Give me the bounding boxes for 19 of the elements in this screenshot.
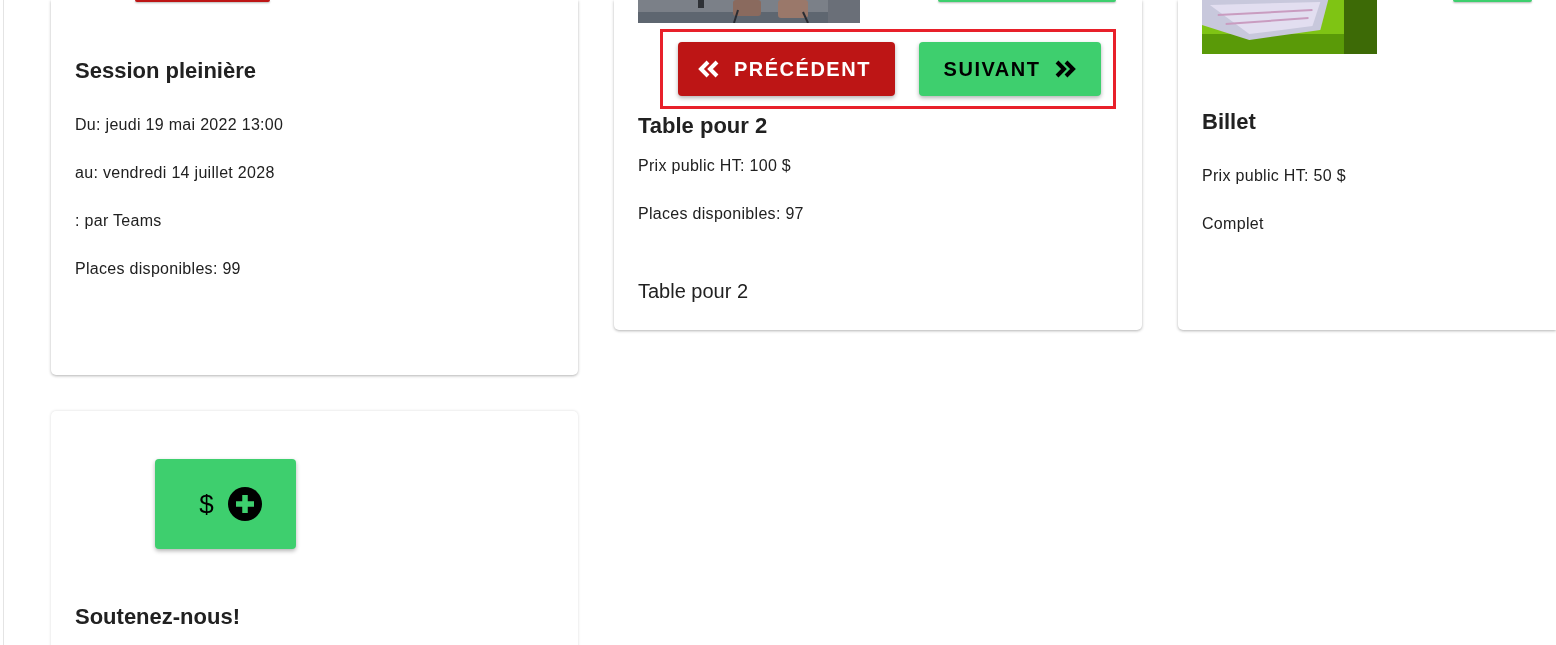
card-title: Soutenez-nous! <box>75 603 241 631</box>
card-text: Places disponibles: 99 <box>75 259 242 279</box>
card-text: Prix public HT: 50 $ <box>1202 166 1347 186</box>
card-text: Prix public HT: 100 $ <box>638 156 793 176</box>
card-title: Table pour 2 <box>638 112 769 140</box>
card-text: Complet <box>1202 214 1265 234</box>
plus-circle-icon <box>227 487 262 521</box>
card-text: au: vendredi 14 juillet 2028 <box>75 163 276 183</box>
double-chevron-right-icon <box>1054 60 1077 78</box>
next-button[interactable]: SUIVANT <box>919 42 1101 96</box>
donate-button[interactable]: $ <box>155 459 296 549</box>
card-title: Session pleinière <box>75 57 257 85</box>
card-text: Du: jeudi 19 mai 2022 13:00 <box>75 115 285 135</box>
card-text: : par Teams <box>75 211 163 231</box>
double-chevron-left-icon <box>698 60 720 78</box>
card-title: Billet <box>1202 108 1257 136</box>
previous-button[interactable]: PRÉCÉDENT <box>678 42 895 96</box>
card-text: Places disponibles: 97 <box>638 204 805 224</box>
card-footer: Table pour 2 <box>638 277 1118 305</box>
